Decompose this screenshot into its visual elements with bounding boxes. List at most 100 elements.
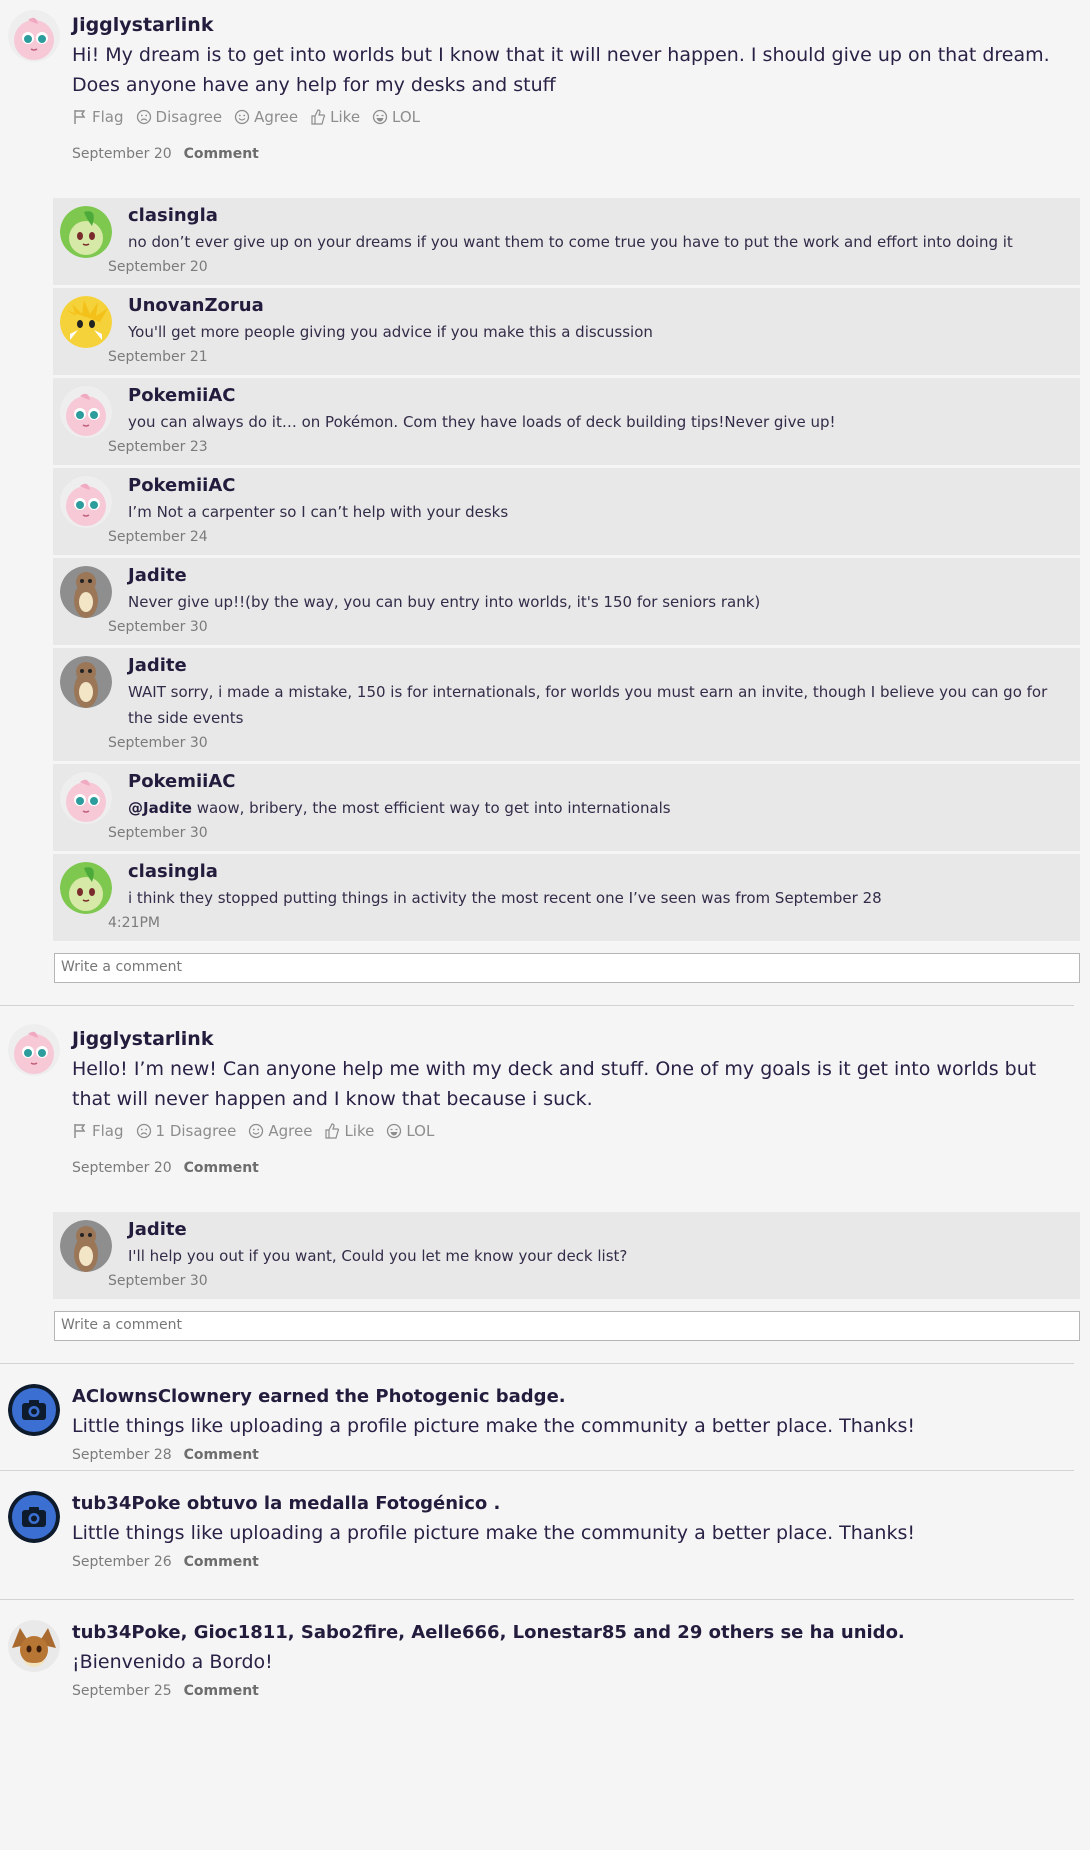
avatar[interactable]: [60, 862, 112, 914]
comment-input[interactable]: Write a comment: [54, 1311, 1080, 1341]
laugh-icon: [372, 109, 388, 125]
avatar[interactable]: [60, 772, 112, 824]
reaction-bar: Flag Disagree Agree Like LOL: [72, 108, 1078, 126]
agree-button[interactable]: Agree: [248, 1122, 312, 1140]
post: Jigglystarlink Hello! I’m new! Can anyon…: [0, 1006, 1090, 1176]
disagree-button[interactable]: Disagree: [136, 108, 222, 126]
comment: PokemiiAC @Jadite waow, bribery, the mos…: [53, 764, 1080, 854]
lol-label: LOL: [392, 108, 421, 126]
comment-date: September 30: [108, 619, 208, 635]
post-date: September 28: [72, 1447, 172, 1463]
comment-author[interactable]: PokemiiAC: [128, 386, 1068, 406]
badge-title[interactable]: tub34Poke obtuvo la medalla Fotogénico .: [72, 1493, 1078, 1514]
avatar[interactable]: [60, 566, 112, 618]
comment-text: You'll get more people giving you advice…: [128, 323, 653, 341]
post-meta: September 25 Comment: [72, 1683, 1078, 1699]
post-body: Hello! I’m new! Can anyone help me with …: [72, 1058, 1037, 1110]
comment-author[interactable]: PokemiiAC: [128, 772, 1068, 792]
comment-text: i think they stopped putting things in a…: [128, 889, 882, 907]
comment-author[interactable]: clasingla: [128, 862, 1068, 882]
avatar[interactable]: [60, 656, 112, 708]
comment-date: September 21: [108, 349, 208, 365]
like-label: Like: [330, 108, 361, 126]
comment-list: clasingla no don’t ever give up on your …: [53, 198, 1080, 941]
join-title[interactable]: tub34Poke, Gioc1811, Sabo2fire, Aelle666…: [72, 1622, 1078, 1643]
flag-icon: [74, 110, 86, 124]
camera-icon: [8, 1384, 60, 1436]
badge-activity: AClownsClownery earned the Photogenic ba…: [0, 1364, 1090, 1470]
avatar[interactable]: [8, 1024, 60, 1076]
post-meta: September 20 Comment: [72, 1160, 1078, 1176]
comment-link[interactable]: Comment: [184, 1554, 259, 1570]
comment: clasingla i think they stopped putting t…: [53, 854, 1080, 941]
comment: UnovanZorua You'll get more people givin…: [53, 288, 1080, 378]
avatar[interactable]: [60, 1220, 112, 1272]
comment-author[interactable]: Jadite: [128, 1220, 1068, 1240]
post-date: September 25: [72, 1683, 172, 1699]
disagree-label: 1 Disagree: [155, 1122, 237, 1140]
post-author[interactable]: Jigglystarlink: [72, 1028, 1078, 1050]
comment-text: I'll help you out if you want, Could you…: [128, 1247, 628, 1265]
post-body: Hi! My dream is to get into worlds but I…: [72, 44, 1050, 96]
agree-button[interactable]: Agree: [234, 108, 298, 126]
post-date: September 26: [72, 1554, 172, 1570]
badge-title[interactable]: AClownsClownery earned the Photogenic ba…: [72, 1386, 1078, 1407]
frown-icon: [136, 109, 151, 125]
badge-activity: tub34Poke obtuvo la medalla Fotogénico .…: [0, 1471, 1090, 1599]
comment-text: you can always do it… on Pokémon. Com th…: [128, 413, 836, 431]
post: Jigglystarlink Hi! My dream is to get in…: [0, 0, 1090, 162]
comment-link[interactable]: Comment: [184, 1683, 259, 1699]
comment-date: September 30: [108, 1273, 208, 1289]
comment-date: 4:21PM: [108, 915, 160, 931]
lol-button[interactable]: LOL: [386, 1122, 434, 1140]
avatar[interactable]: [60, 206, 112, 258]
avatar[interactable]: [60, 476, 112, 528]
comment-text-body: waow, bribery, the most efficient way to…: [191, 799, 671, 817]
comment-author[interactable]: Jadite: [128, 566, 1068, 586]
comment-author[interactable]: Jadite: [128, 656, 1068, 676]
comment-text: WAIT sorry, i made a mistake, 150 is for…: [128, 683, 1048, 727]
like-button[interactable]: Like: [324, 1122, 374, 1140]
post-author[interactable]: Jigglystarlink: [72, 14, 1078, 36]
join-text: ¡Bienvenido a Bordo!: [72, 1651, 273, 1673]
comment-author[interactable]: UnovanZorua: [128, 296, 1068, 316]
comment: Jadite I'll help you out if you want, Co…: [53, 1212, 1080, 1299]
comment: PokemiiAC you can always do it… on Pokém…: [53, 378, 1080, 468]
post-date: September 20: [72, 1160, 172, 1176]
flag-label: Flag: [92, 1122, 124, 1140]
reaction-bar: Flag 1 Disagree Agree Like LOL: [72, 1122, 1078, 1140]
comment-list: Jadite I'll help you out if you want, Co…: [53, 1212, 1080, 1299]
avatar[interactable]: [60, 386, 112, 438]
comment-author[interactable]: clasingla: [128, 206, 1068, 226]
comment-link[interactable]: Comment: [184, 146, 259, 162]
avatar[interactable]: [8, 10, 60, 62]
badge-text: Little things like uploading a profile p…: [72, 1522, 915, 1544]
flag-button[interactable]: Flag: [72, 108, 124, 126]
comment-text: I’m Not a carpenter so I can’t help with…: [128, 503, 509, 521]
join-activity: tub34Poke, Gioc1811, Sabo2fire, Aelle666…: [0, 1600, 1090, 1699]
flag-button[interactable]: Flag: [72, 1122, 124, 1140]
mention-link[interactable]: @Jadite: [128, 799, 192, 817]
comment: PokemiiAC I’m Not a carpenter so I can’t…: [53, 468, 1080, 558]
disagree-button[interactable]: 1 Disagree: [136, 1122, 237, 1140]
like-button[interactable]: Like: [310, 108, 360, 126]
lol-label: LOL: [406, 1122, 435, 1140]
comment-author[interactable]: PokemiiAC: [128, 476, 1068, 496]
comment-link[interactable]: Comment: [184, 1447, 259, 1463]
agree-label: Agree: [254, 108, 299, 126]
smile-icon: [249, 1123, 264, 1139]
comment-date: September 24: [108, 529, 208, 545]
thumbs-up-icon: [311, 109, 326, 125]
comment-text: @Jadite waow, bribery, the most efficien…: [128, 795, 1068, 821]
comment-link[interactable]: Comment: [184, 1160, 259, 1176]
thumbs-up-icon: [325, 1123, 340, 1139]
like-label: Like: [344, 1122, 375, 1140]
frown-icon: [136, 1123, 151, 1139]
comment-date: September 30: [108, 735, 208, 751]
avatar[interactable]: [60, 296, 112, 348]
comment-input[interactable]: Write a comment: [54, 953, 1080, 983]
lol-button[interactable]: LOL: [372, 108, 420, 126]
comment-date: September 20: [108, 259, 208, 275]
post-meta: September 26 Comment: [72, 1554, 1078, 1570]
eevee-avatar[interactable]: [8, 1620, 60, 1672]
